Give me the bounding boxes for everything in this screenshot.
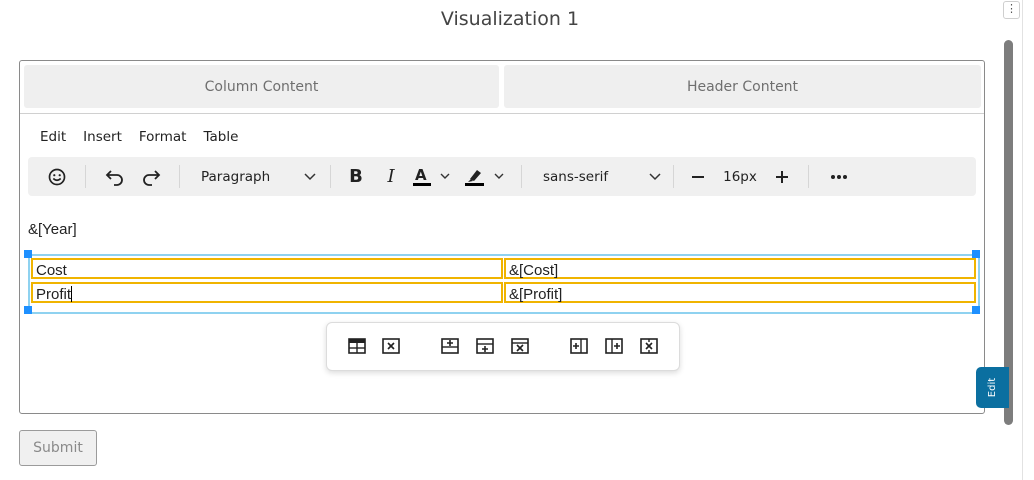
insert-column-after-icon[interactable] (602, 334, 626, 358)
font-size-text: 16px (723, 168, 757, 185)
table-properties-icon[interactable] (345, 334, 369, 358)
table-cell[interactable]: &[Cost] (504, 258, 976, 279)
editor-panel: Column Content Header Content Edit Inser… (19, 60, 985, 414)
menu-edit[interactable]: Edit (40, 129, 66, 147)
menu-insert[interactable]: Insert (83, 129, 122, 147)
table-cell[interactable]: Profit (31, 282, 503, 303)
submit-button[interactable]: Submit (19, 430, 97, 466)
more-icon[interactable] (826, 157, 852, 196)
text-cursor (71, 286, 73, 302)
chevron-down-icon (304, 172, 316, 180)
text-color-icon[interactable]: A (412, 157, 452, 196)
redo-icon[interactable] (138, 157, 164, 196)
divider (20, 113, 984, 114)
tab-column-content[interactable]: Column Content (24, 65, 499, 108)
plus-icon[interactable] (770, 157, 794, 196)
italic-icon[interactable]: I (379, 157, 403, 196)
toolbar-separator (85, 165, 86, 188)
chevron-down-icon (649, 172, 661, 180)
content-tabs: Column Content Header Content (24, 65, 981, 108)
cell-text: Profit (36, 286, 72, 303)
insert-row-after-icon[interactable] (473, 334, 497, 358)
menubar: Edit Insert Format Table (40, 129, 238, 147)
delete-row-icon[interactable] (508, 334, 532, 358)
tab-header-content[interactable]: Header Content (504, 65, 981, 108)
font-family-select[interactable]: sans-serif (534, 157, 668, 196)
resize-handle[interactable] (972, 306, 980, 314)
svg-text:A: A (415, 166, 427, 184)
block-format-value: Paragraph (201, 168, 271, 185)
minus-icon[interactable] (686, 157, 710, 196)
highlight-icon[interactable] (464, 157, 506, 196)
bold-icon[interactable]: B (344, 157, 368, 196)
edit-side-tab[interactable]: Edit (976, 367, 1009, 408)
cell-text: &[Cost] (509, 262, 559, 279)
table-cell[interactable]: Cost (31, 258, 503, 279)
insert-row-before-icon[interactable] (438, 334, 462, 358)
menu-table[interactable]: Table (203, 129, 238, 147)
table-cell[interactable]: &[Profit] (504, 282, 976, 303)
delete-table-icon[interactable] (379, 334, 403, 358)
edit-tab-label: Edit (987, 377, 998, 398)
toolbar-separator (179, 165, 180, 188)
font-size-value[interactable]: 16px (718, 157, 762, 196)
cell-text: &[Profit] (509, 286, 563, 303)
font-family-value: sans-serif (543, 168, 609, 185)
resize-handle[interactable] (24, 250, 32, 258)
toolbar-separator (330, 165, 331, 188)
menu-format[interactable]: Format (139, 129, 187, 147)
page-title: Visualization 1 (440, 8, 580, 30)
resize-handle[interactable] (24, 306, 32, 314)
resize-handle[interactable] (972, 250, 980, 258)
divider (1022, 0, 1023, 480)
content-table[interactable]: Cost &[Cost] Profit &[Profit] (28, 254, 980, 314)
undo-icon[interactable] (102, 157, 128, 196)
table-context-toolbar (326, 322, 680, 371)
block-format-select[interactable]: Paragraph (193, 157, 323, 196)
toolbar-separator (808, 165, 809, 188)
emoji-icon[interactable] (44, 157, 70, 196)
toolbar-separator (521, 165, 522, 188)
insert-column-before-icon[interactable] (567, 334, 591, 358)
delete-column-icon[interactable] (637, 334, 661, 358)
toolbar-separator (673, 165, 674, 188)
cell-text: Cost (36, 262, 67, 279)
editor-toolbar: Paragraph B I A sans-serif 16px (28, 157, 976, 196)
more-options-icon[interactable]: ⋮ (1003, 1, 1020, 19)
year-field-text: &[Year] (28, 221, 77, 238)
